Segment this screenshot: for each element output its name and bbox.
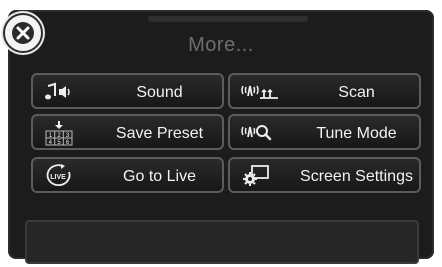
scan-label: Scan	[338, 84, 375, 101]
tune-mode-button[interactable]: Tune Mode	[228, 114, 421, 150]
sound-button[interactable]: Sound	[31, 73, 224, 109]
live-text: LIVE	[50, 174, 66, 181]
screen-settings-button[interactable]: Screen Settings	[228, 157, 421, 193]
page-title: More...	[188, 34, 254, 56]
scan-button[interactable]: Scan	[228, 73, 421, 109]
screen-settings-icon	[243, 165, 269, 186]
tune-mode-label: Tune Mode	[316, 125, 397, 142]
sound-icon	[45, 82, 70, 100]
scan-icon	[241, 85, 278, 99]
screen-settings-label: Screen Settings	[300, 168, 413, 185]
save-preset-label: Save Preset	[115, 125, 204, 142]
top-strip	[148, 16, 308, 22]
live-icon: LIVE	[46, 164, 71, 187]
status-bar	[25, 220, 419, 264]
tune-mode-icon	[241, 125, 272, 141]
go-to-live-label: Go to Live	[123, 168, 196, 185]
go-to-live-button[interactable]: LIVE Go to Live	[31, 157, 224, 193]
save-preset-button[interactable]: 1 2 3 4 5 6 Save Preset	[31, 114, 224, 150]
save-preset-icon: 1 2 3 4 5 6	[45, 121, 73, 146]
screen: More... Sound Scan 1 2 3 4 5 6 Save Pres…	[0, 0, 442, 267]
sound-label: Sound	[136, 84, 183, 101]
